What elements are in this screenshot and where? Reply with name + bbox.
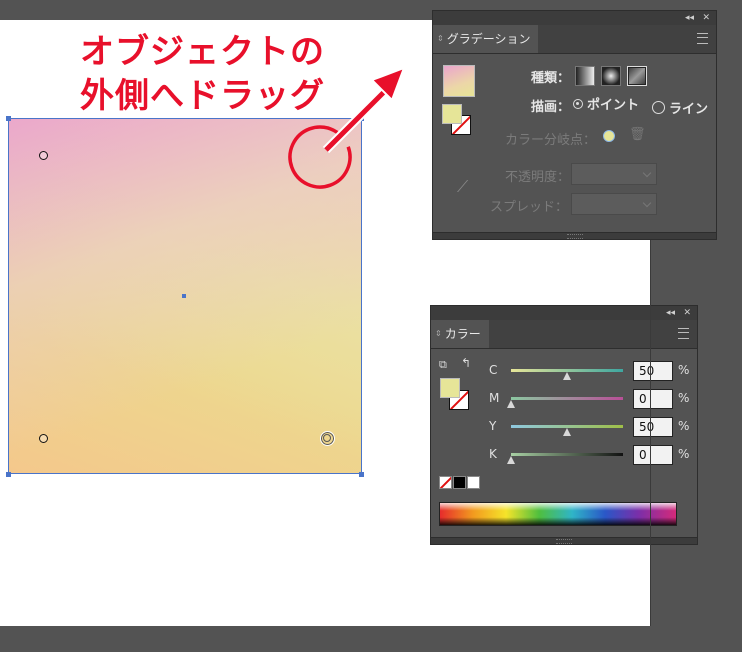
panel-menu-icon[interactable] (697, 33, 708, 44)
color-stop-label: カラー分岐点： (505, 133, 597, 148)
black-value-field[interactable]: 0 (633, 445, 673, 465)
tab-gradient[interactable]: ⇕ グラデーション (433, 25, 539, 53)
cyan-unit: % (678, 363, 690, 377)
gradient-panel: ◂◂ ✕ ⇕ グラデーション 種類： 描画： ポイント ライン カラー分岐点： … (432, 10, 717, 240)
draw-point-radio[interactable] (573, 99, 583, 109)
gradient-preview-swatch[interactable] (443, 65, 475, 97)
magenta-unit: % (678, 391, 690, 405)
panel-resize-grip[interactable] (431, 537, 697, 544)
collapse-icon[interactable]: ◂◂ (666, 306, 675, 320)
collapse-icon[interactable]: ◂◂ (685, 11, 694, 25)
magenta-slider-thumb[interactable] (507, 400, 515, 408)
draw-mode-label: 描画： (531, 100, 571, 115)
yellow-value-field[interactable]: 50 (633, 417, 673, 437)
close-icon[interactable]: ✕ (702, 11, 710, 25)
cyan-value-field[interactable]: 50 (633, 361, 673, 381)
eyedropper-icon[interactable]: ⟋ (457, 177, 468, 197)
spread-dropdown[interactable] (571, 193, 657, 215)
close-icon[interactable]: ✕ (683, 306, 691, 320)
tab-color-label: カラー (444, 327, 481, 341)
none-swatch[interactable] (439, 476, 452, 489)
color-spectrum[interactable] (439, 502, 677, 526)
opacity-dropdown[interactable] (571, 163, 657, 185)
fill-swatch[interactable] (440, 378, 460, 398)
tab-gradient-label: グラデーション (446, 32, 531, 46)
opacity-label: 不透明度： (505, 170, 571, 185)
color-panel: ◂◂ ✕ ⇕ カラー ⧉ ↰ C 50 % M 0 % Y 50 % K 0 % (430, 305, 698, 545)
black-unit: % (678, 447, 690, 461)
magenta-label: M (489, 391, 500, 405)
black-slider[interactable] (511, 453, 623, 456)
draw-line-label: ライン (669, 102, 709, 117)
yellow-slider-thumb[interactable] (563, 428, 571, 436)
black-swatch[interactable] (453, 476, 466, 489)
cyan-slider-thumb[interactable] (563, 372, 571, 380)
color-stop-indicator-icon (603, 130, 615, 142)
panel-titlebar[interactable]: ◂◂ ✕ (431, 306, 697, 320)
fill-swatch[interactable] (442, 104, 462, 124)
panel-titlebar[interactable]: ◂◂ ✕ (433, 11, 716, 25)
draw-line-radio[interactable] (652, 101, 665, 114)
yellow-unit: % (678, 419, 690, 433)
linear-gradient-icon[interactable] (575, 66, 595, 86)
magenta-slider[interactable] (511, 397, 623, 400)
yellow-label: Y (489, 419, 497, 433)
swap-colors-icon[interactable]: ↰ (461, 356, 471, 370)
spread-label: スプレッド： (490, 200, 569, 215)
panel-menu-icon[interactable] (678, 328, 689, 339)
magenta-value-field[interactable]: 0 (633, 389, 673, 409)
tab-sort-icon: ⇕ (435, 329, 442, 338)
black-slider-thumb[interactable] (507, 456, 515, 464)
panel-resize-grip[interactable] (433, 232, 716, 239)
window-edge (650, 240, 651, 626)
draw-point-label: ポイント (587, 98, 640, 113)
white-swatch[interactable] (467, 476, 480, 489)
radial-gradient-icon[interactable] (601, 66, 621, 86)
tab-color[interactable]: ⇕ カラー (431, 320, 489, 348)
tab-sort-icon: ⇕ (437, 34, 444, 43)
default-colors-icon[interactable]: ⧉ (439, 358, 447, 372)
gradient-type-label: 種類： (531, 71, 571, 86)
freeform-gradient-icon[interactable] (627, 66, 647, 86)
cyan-label: C (489, 363, 498, 377)
black-label: K (489, 447, 497, 461)
trash-icon: 🗑 (629, 127, 646, 142)
